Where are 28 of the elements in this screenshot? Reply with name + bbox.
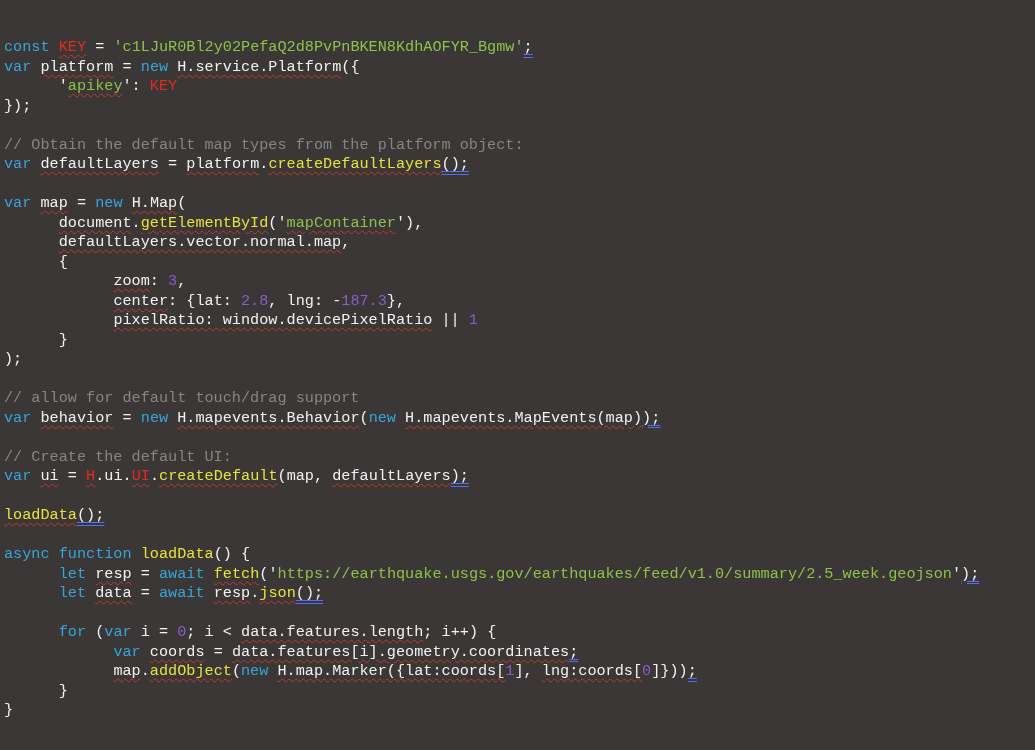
code-line: var defaultLayers = platform.createDefaultLayers(); <box>4 155 469 175</box>
code-line: } <box>57 330 68 350</box>
code-line: var map = new H.Map( <box>4 194 187 214</box>
code-line: // Create the default UI: <box>4 447 232 467</box>
code-line: var platform = new H.service.Platform({ <box>4 57 360 77</box>
code-line: zoom: 3, <box>112 272 187 292</box>
code-line: let resp = await fetch('https://earthquake.usgs.gov/earthquakes/feed/v1.0/summary/2.5_week.geojson'); <box>57 564 980 584</box>
code-line: var behavior = new H.mapevents.Behavior(new H.mapevents.MapEvents(map)); <box>4 408 661 428</box>
code-line: ); <box>4 350 23 370</box>
code-line: }); <box>4 96 32 116</box>
code-line: var coords = data.features[i].geometry.coordinates; <box>112 642 579 662</box>
code-line: } <box>4 701 14 721</box>
code-line: defaultLayers.vector.normal.map, <box>57 233 351 253</box>
code-line: loadData(); <box>4 506 105 526</box>
code-line: const KEY = 'c1LJuR0Bl2y02PefaQ2d8PvPnBKEN8KdhAOFYR_Bgmw'; <box>4 38 533 58</box>
code-line: document.getElementById('mapContainer'), <box>57 213 424 233</box>
code-line: // allow for default touch/drag support <box>4 389 360 409</box>
code-line: center: {lat: 2.8, lng: -187.3}, <box>112 291 406 311</box>
code-line: async function loadData() { <box>4 545 251 565</box>
code-line: } <box>57 681 68 701</box>
code-line: { <box>57 252 68 272</box>
code-line: var ui = H.ui.UI.createDefault(map, defaultLayers); <box>4 467 469 487</box>
code-line: 'apikey': KEY <box>57 77 178 97</box>
code-line: for (var i = 0; i < data.features.length; i++) { <box>57 623 497 643</box>
code-line: let data = await resp.json(); <box>57 584 324 604</box>
code-line: pixelRatio: window.devicePixelRatio || 1 <box>112 311 478 331</box>
code-line: map.addObject(new H.map.Marker({lat:coords[1], lng:coords[0]})); <box>112 662 697 682</box>
code-line: // Obtain the default map types from the platform object: <box>4 135 524 155</box>
